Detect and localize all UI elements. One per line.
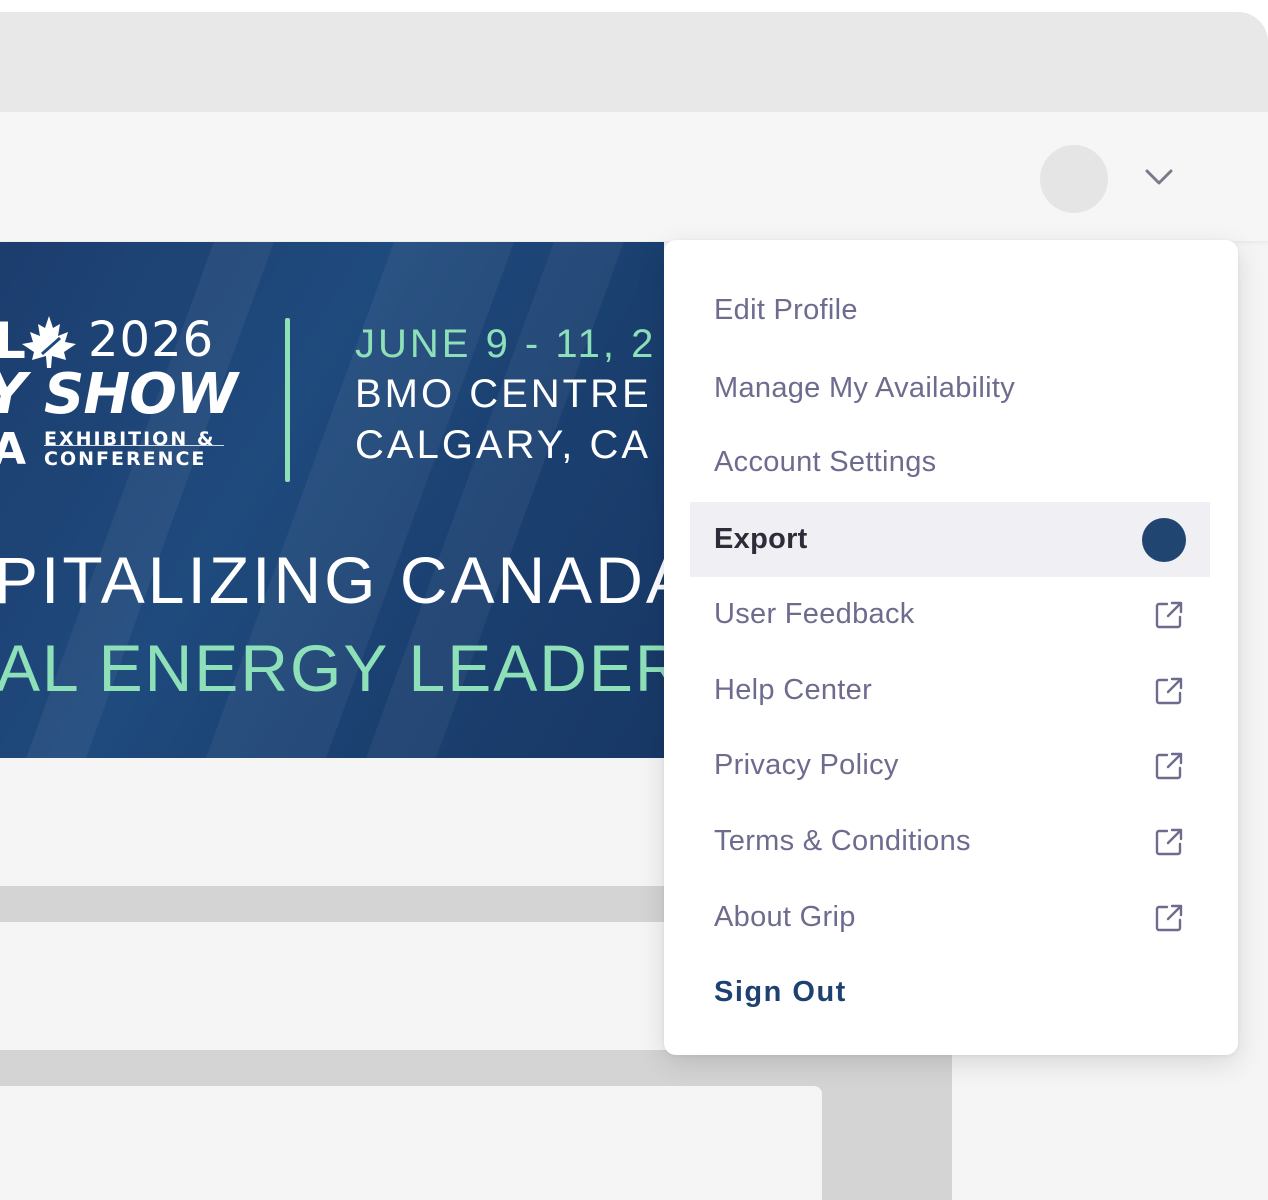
- menu-item-user-feedback[interactable]: User Feedback: [690, 577, 1210, 652]
- banner-rule: [44, 445, 224, 446]
- menu-item-label: Manage My Availability: [714, 372, 1016, 404]
- external-link-icon: [1154, 827, 1184, 857]
- chevron-down-icon[interactable]: [1144, 166, 1174, 188]
- user-avatar[interactable]: [1040, 145, 1108, 213]
- menu-item-edit-profile[interactable]: Edit Profile: [690, 273, 1210, 348]
- banner-headline-1: PITALIZING CANADA: [0, 543, 664, 617]
- event-banner: L 2026 Y SHOW A EXHIBITION & CONFERENCE …: [0, 242, 664, 758]
- menu-item-privacy-policy[interactable]: Privacy Policy: [690, 728, 1210, 803]
- banner-city: CALGARY, CA: [355, 423, 652, 467]
- banner-title-show: Y SHOW: [0, 362, 238, 427]
- banner-year: 2026: [88, 312, 215, 368]
- menu-item-terms-conditions[interactable]: Terms & Conditions: [690, 804, 1210, 879]
- menu-item-label: Export: [714, 523, 808, 555]
- sign-out-button[interactable]: Sign Out: [690, 955, 1210, 1030]
- app-header: [0, 112, 1268, 241]
- external-link-icon: [1154, 751, 1184, 781]
- banner-subtitle-exhibition: EXHIBITION &: [44, 428, 216, 450]
- banner-headline-2: AL ENERGY LEADERS: [0, 631, 664, 705]
- external-link-icon: [1154, 903, 1184, 933]
- menu-item-help-center[interactable]: Help Center: [690, 653, 1210, 728]
- menu-item-label: Help Center: [714, 674, 873, 706]
- menu-item-label: Account Settings: [714, 446, 937, 478]
- content-card: [0, 1086, 822, 1200]
- menu-item-label: Terms & Conditions: [714, 825, 971, 857]
- window-title-bar: [0, 12, 1268, 112]
- banner-venue: BMO CENTRE: [355, 372, 652, 416]
- banner-date: JUNE 9 - 11, 2: [355, 322, 657, 366]
- user-dropdown-menu: Edit Profile Manage My Availability Acco…: [664, 240, 1238, 1055]
- menu-item-label: Edit Profile: [714, 294, 858, 326]
- external-link-icon: [1154, 600, 1184, 630]
- status-dot-icon: [1142, 517, 1186, 562]
- menu-item-label: User Feedback: [714, 598, 915, 630]
- sign-out-label: Sign Out: [714, 976, 847, 1008]
- menu-item-about-grip[interactable]: About Grip: [690, 880, 1210, 955]
- menu-item-manage-availability[interactable]: Manage My Availability: [690, 351, 1210, 426]
- menu-item-label: Privacy Policy: [714, 749, 899, 781]
- external-link-icon: [1154, 676, 1184, 706]
- menu-item-account-settings[interactable]: Account Settings: [690, 425, 1210, 500]
- banner-divider: [285, 318, 290, 482]
- menu-item-export[interactable]: Export: [690, 502, 1210, 577]
- banner-subtitle-conference: CONFERENCE: [44, 448, 207, 470]
- menu-item-label: About Grip: [714, 901, 856, 933]
- banner-title-a: A: [0, 424, 27, 475]
